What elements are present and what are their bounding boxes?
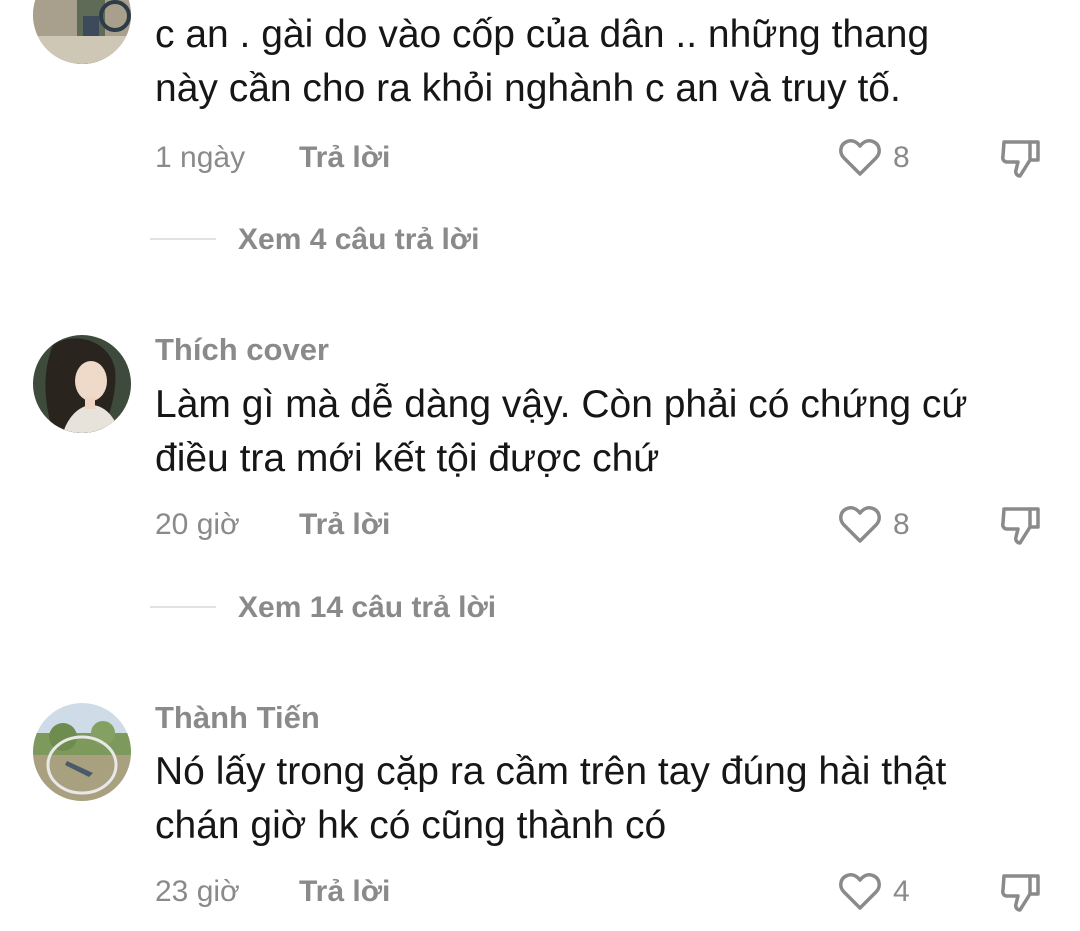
like-button[interactable] bbox=[838, 505, 882, 545]
comment-text: Làm gì mà dễ dàng vậy. Còn phải có chứng… bbox=[155, 378, 1055, 486]
avatar[interactable] bbox=[33, 335, 131, 433]
reply-button[interactable]: Trả lời bbox=[299, 507, 390, 543]
comment-time: 1 ngày bbox=[155, 141, 246, 174]
comment-text-line: điều tra mới kết tội được chứ bbox=[155, 437, 660, 480]
view-replies-button[interactable]: Xem 14 câu trả lời bbox=[238, 590, 496, 626]
dislike-button[interactable] bbox=[998, 136, 1042, 180]
heart-outline-icon bbox=[839, 873, 881, 910]
like-button[interactable] bbox=[838, 138, 882, 178]
reply-button[interactable]: Trả lời bbox=[299, 140, 390, 176]
like-count: 8 bbox=[893, 508, 910, 541]
divider bbox=[150, 238, 216, 240]
comment-text: c an . gài do vào cốp của dân .. những t… bbox=[155, 8, 1055, 116]
like-count: 8 bbox=[893, 141, 910, 174]
comment-time: 20 giờ bbox=[155, 508, 240, 541]
view-replies-button[interactable]: Xem 4 câu trả lời bbox=[238, 222, 479, 258]
like-button[interactable] bbox=[838, 872, 882, 912]
avatar[interactable] bbox=[33, 0, 131, 64]
like-count: 4 bbox=[893, 875, 910, 908]
comment-time: 23 giờ bbox=[155, 875, 240, 908]
comment-text: Nó lấy trong cặp ra cầm trên tay đúng hà… bbox=[155, 745, 1055, 853]
comment-text-line: Làm gì mà dễ dàng vậy. Còn phải có chứng… bbox=[155, 383, 968, 426]
reply-button[interactable]: Trả lời bbox=[299, 874, 390, 910]
comment-text-line: Nó lấy trong cặp ra cầm trên tay đúng hà… bbox=[155, 750, 947, 793]
heart-outline-icon bbox=[839, 139, 881, 176]
comment-username[interactable]: Thành Tiến bbox=[155, 700, 320, 736]
dislike-button[interactable] bbox=[998, 503, 1042, 547]
divider bbox=[150, 606, 216, 608]
thumbs-down-outline-icon bbox=[1001, 140, 1040, 178]
thumbs-down-outline-icon bbox=[1001, 507, 1040, 545]
thumbs-down-outline-icon bbox=[1001, 874, 1040, 912]
comment-text-line: chán giờ hk có cũng thành có bbox=[155, 804, 667, 847]
comment-username[interactable]: Thích cover bbox=[155, 332, 329, 368]
dislike-button[interactable] bbox=[998, 870, 1042, 914]
comment-text-line: c an . gài do vào cốp của dân .. những t… bbox=[155, 13, 930, 56]
avatar[interactable] bbox=[33, 703, 131, 801]
comment-text-line: này cần cho ra khỏi nghành c an và truy … bbox=[155, 67, 901, 110]
heart-outline-icon bbox=[839, 506, 881, 543]
